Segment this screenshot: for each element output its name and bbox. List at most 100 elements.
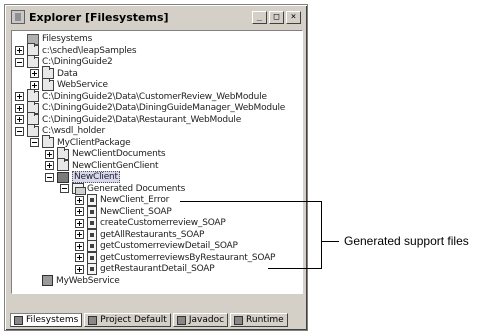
explorer-icon [11, 10, 25, 24]
project-tab-icon [88, 315, 98, 325]
collapse-icon[interactable] [30, 138, 39, 147]
expand-icon[interactable] [75, 264, 84, 274]
explorer-window: Explorer [Filesystems] _ □ × Filesystems… [4, 4, 308, 331]
tree-node-label: MyClientPackage [57, 137, 131, 148]
tree-node[interactable]: NewClient [45, 171, 120, 183]
file-icon [87, 194, 97, 206]
tree-node-label: NewClientDocuments [72, 149, 166, 159]
tree-node[interactable]: getRestaurantDetail_SOAP [75, 263, 215, 275]
expand-icon[interactable] [75, 253, 84, 262]
tab-label: Javadoc [188, 315, 225, 325]
tree-node-label: C:\DiningGuide2\Data\DiningGuideManager_… [42, 103, 286, 113]
collapse-icon[interactable] [15, 126, 24, 136]
tree-node[interactable]: MyWebService [30, 275, 120, 287]
tree-node-label: NewClientGenClient [72, 160, 159, 171]
tree-node[interactable]: Data [30, 66, 78, 80]
tab-javadoc[interactable]: Javadoc [172, 313, 229, 327]
tree-node-label: WebService [57, 80, 108, 90]
tree-node-label: MyWebService [56, 275, 120, 286]
file-icon [87, 228, 97, 241]
callout-bracket-top [180, 201, 322, 202]
callout-bracket-vertical [321, 201, 322, 269]
tree-node[interactable]: NewClient_SOAP [75, 205, 172, 218]
tree-node[interactable]: createCustomerreview_SOAP [75, 217, 226, 229]
filesystem-tree[interactable]: Filesystems c:\sched\leapSamples C:\Dining… [11, 30, 303, 294]
tab-label: Project Default [100, 315, 167, 325]
folder-icon [42, 135, 54, 148]
tab-filesystems[interactable]: Filesystems [10, 313, 83, 327]
tree-node[interactable]: getCustomerreviewsByRestaurant_SOAP [75, 251, 276, 264]
tree-node-label: NewClient [72, 171, 120, 183]
close-button[interactable]: × [286, 10, 301, 24]
expand-icon[interactable] [15, 103, 24, 113]
tree-node-label: getCustomerreviewDetail_SOAP [100, 241, 238, 251]
collapse-icon[interactable] [15, 57, 24, 67]
tree-node-label: C:\DiningGuide2\Data\Restaurant_WebModul… [42, 114, 242, 125]
collapse-icon[interactable] [45, 172, 54, 182]
tree-node-label: C:\wsdl_holder [42, 126, 105, 136]
folder-open-icon [72, 183, 86, 195]
tree-node[interactable]: C:\DiningGuide2 [15, 54, 113, 68]
tab-runtime[interactable]: Runtime [230, 313, 288, 327]
expand-icon[interactable] [75, 207, 84, 216]
client-icon [57, 171, 69, 183]
expand-icon[interactable] [15, 115, 24, 124]
webservice-icon [42, 275, 53, 286]
tab-project-default[interactable]: Project Default [84, 313, 171, 327]
javadoc-tab-icon [176, 315, 186, 325]
tab-label: Runtime [246, 315, 284, 325]
expand-icon[interactable] [30, 69, 39, 78]
folder-icon [27, 123, 39, 137]
tree-node[interactable]: WebService [30, 77, 108, 91]
expand-icon[interactable] [75, 218, 84, 228]
folder-icon [57, 158, 69, 171]
expand-icon[interactable] [75, 195, 84, 205]
callout-label: Generated support files [344, 234, 469, 248]
tree-node[interactable]: MyClientPackage [30, 135, 131, 149]
title-bar[interactable]: Explorer [Filesystems] _ □ × [8, 8, 304, 26]
collapse-icon[interactable] [60, 184, 69, 193]
folder-icon [27, 54, 39, 68]
tree-node-label: Data [57, 68, 78, 79]
file-icon [87, 263, 97, 275]
expand-icon[interactable] [15, 92, 24, 101]
expand-icon[interactable] [75, 230, 84, 239]
folder-icon [42, 77, 54, 91]
expand-icon[interactable] [15, 46, 24, 55]
expand-icon[interactable] [45, 161, 54, 170]
tree-node-label: NewClient_Error [100, 195, 170, 205]
tree-node-label: NewClient_SOAP [100, 206, 172, 217]
tree-node[interactable]: getCustomerreviewDetail_SOAP [75, 240, 238, 252]
tree-node-label: getAllRestaurants_SOAP [100, 229, 205, 240]
tree-node[interactable]: C:\DiningGuide2\Data\DiningGuideManager_… [15, 100, 286, 114]
tree-node[interactable]: C:\DiningGuide2\Data\Restaurant_WebModul… [15, 112, 242, 126]
file-icon [87, 251, 97, 264]
tree-node-label: Generated Documents [87, 183, 186, 194]
file-icon [87, 205, 97, 218]
tree-node[interactable]: C:\DiningGuide2\Data\CustomerReview_WebM… [15, 89, 267, 103]
tree-node-label: getCustomerreviewsByRestaurant_SOAP [100, 252, 276, 263]
maximize-button[interactable]: □ [269, 10, 284, 24]
window-title: Explorer [Filesystems] [29, 10, 169, 24]
minimize-button[interactable]: _ [252, 10, 267, 24]
callout-pointer [321, 241, 339, 242]
file-icon [87, 240, 97, 252]
expand-icon[interactable] [45, 149, 54, 159]
tree-node-label: createCustomerreview_SOAP [100, 218, 226, 228]
file-icon [87, 217, 97, 229]
tree-node[interactable]: getAllRestaurants_SOAP [75, 228, 205, 241]
tree-node[interactable]: C:\wsdl_holder [15, 123, 105, 137]
callout-bracket-bottom [268, 268, 322, 269]
runtime-tab-icon [234, 315, 244, 325]
tab-label: Filesystems [26, 315, 79, 325]
tree-node[interactable]: NewClient_Error [75, 194, 169, 206]
filesystems-tab-icon [14, 315, 23, 325]
tree-node-label: C:\DiningGuide2\Data\CustomerReview_WebM… [42, 91, 267, 102]
tree-node[interactable]: Generated Documents [60, 183, 185, 195]
explorer-tabs: Filesystems Project Default Javadoc Runt… [10, 313, 304, 327]
expand-icon[interactable] [75, 241, 84, 251]
tree-node-label: c:\sched\leapSamples [42, 45, 137, 56]
tree-node[interactable]: NewClientGenClient [45, 158, 159, 172]
